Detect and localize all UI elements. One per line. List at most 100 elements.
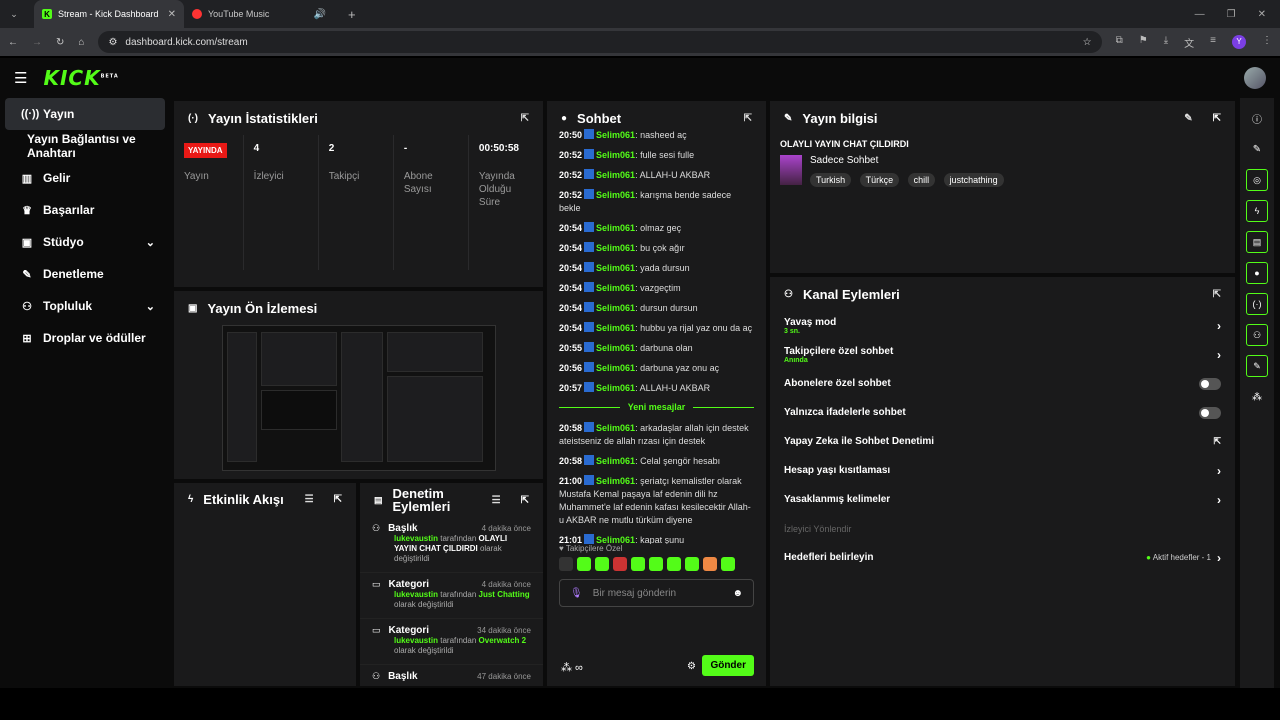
forward-icon[interactable]: → xyxy=(32,37,42,48)
reload-icon[interactable]: ↻ xyxy=(56,37,64,48)
followers-only-row[interactable]: Takipçilere özel sohbet Anında › xyxy=(770,340,1235,369)
tag[interactable]: justchathing xyxy=(943,173,1004,187)
bookmark-star-icon[interactable]: ☆ xyxy=(1083,37,1092,48)
chat-username[interactable]: Selim061 xyxy=(596,535,635,544)
emote-icon[interactable] xyxy=(685,557,699,571)
popout-icon[interactable]: ⇱ xyxy=(334,494,342,505)
chat-input[interactable]: 🎙 Bir mesaj gönderin ☻ xyxy=(559,579,754,607)
preview-toggle-icon[interactable]: ◎ xyxy=(1246,169,1268,191)
emote-icon[interactable] xyxy=(667,557,681,571)
chat-username[interactable]: Selim061 xyxy=(596,243,635,253)
edit-pencil-icon[interactable]: ✎ xyxy=(1246,138,1268,160)
minimize-icon[interactable]: — xyxy=(1195,9,1205,20)
chat-username[interactable]: Selim061 xyxy=(596,130,635,140)
home-icon[interactable]: ⌂ xyxy=(78,37,84,48)
kick-logo[interactable]: KICKBETA xyxy=(43,66,118,90)
tag[interactable]: Türkçe xyxy=(859,173,900,187)
emote-icon[interactable] xyxy=(559,557,573,571)
slow-mode-row[interactable]: Yavaş mod 3 sn. › xyxy=(770,311,1235,340)
subscribers-only-toggle[interactable] xyxy=(1199,377,1221,390)
extension-icon[interactable]: ⚑ xyxy=(1139,35,1148,50)
chat-username[interactable]: Selim061 xyxy=(596,383,635,393)
info-icon[interactable]: ⓘ xyxy=(1246,107,1268,129)
modlog-toggle-icon[interactable]: ▤ xyxy=(1246,231,1268,253)
mod-log-item: ⚇ Başlık 4 dakika önce lukevaustin tarafın… xyxy=(360,517,543,573)
chat-username[interactable]: Selim061 xyxy=(596,263,635,273)
activity-toggle-icon[interactable]: ϟ xyxy=(1246,200,1268,222)
chat-username[interactable]: Selim061 xyxy=(596,423,635,433)
sidebar-item-studio[interactable]: ▣ Stüdyo ⌄ xyxy=(5,226,165,258)
set-goals-row[interactable]: Hedefleri belirleyin ● Aktif hedefler - 1… xyxy=(770,543,1235,572)
filter-icon[interactable]: ☰ xyxy=(492,495,501,506)
chat-username[interactable]: Selim061 xyxy=(596,170,635,180)
ai-moderation-row[interactable]: Yapay Zeka ile Sohbet Denetimi ⇱ xyxy=(770,427,1235,456)
chat-username[interactable]: Selim061 xyxy=(596,476,635,486)
chat-username[interactable]: Selim061 xyxy=(596,323,635,333)
audio-icon[interactable]: 🔊 xyxy=(314,9,326,20)
hamburger-icon[interactable]: ☰ xyxy=(14,69,27,87)
popout-icon[interactable]: ⇱ xyxy=(744,113,752,124)
chat-username[interactable]: Selim061 xyxy=(596,150,635,160)
sidebar-item-moderation[interactable]: ✎ Denetleme xyxy=(5,258,165,290)
browser-tab-youtube-music[interactable]: YouTube Music 🔊 xyxy=(184,0,334,28)
chat-username[interactable]: Selim061 xyxy=(596,283,635,293)
chat-username[interactable]: Selim061 xyxy=(596,190,635,200)
send-button[interactable]: Gönder xyxy=(702,655,754,676)
sidebar-item-drops[interactable]: ⊞ Droplar ve ödüller xyxy=(5,322,165,354)
edit-pencil-icon[interactable]: ✎ xyxy=(1184,113,1192,124)
emote-icon[interactable] xyxy=(613,557,627,571)
sidebar-item-stream-key[interactable]: Yayın Bağlantısı ve Anahtarı xyxy=(5,130,165,162)
site-info-icon[interactable]: ⚙ xyxy=(108,37,117,48)
download-icon[interactable]: ⤓ xyxy=(1164,35,1168,50)
emote-icon[interactable] xyxy=(649,557,663,571)
new-tab-icon[interactable]: + xyxy=(334,7,356,22)
chat-username[interactable]: Selim061 xyxy=(596,363,635,373)
emote-icon[interactable] xyxy=(721,557,735,571)
profile-icon[interactable]: Y xyxy=(1232,34,1246,49)
emote-icon[interactable] xyxy=(631,557,645,571)
browser-tab-kick[interactable]: K Stream - Kick Dashboard ✕ xyxy=(34,0,184,28)
microphone-icon[interactable]: 🎙 xyxy=(570,588,583,599)
settings-gear-icon[interactable]: ⚙ xyxy=(687,661,696,672)
translate-icon[interactable]: 文 xyxy=(1184,35,1194,50)
banned-words-row[interactable]: Yasaklanmış kelimeler › xyxy=(770,485,1235,514)
close-tab-icon[interactable]: ✕ xyxy=(168,9,176,20)
popout-icon[interactable]: ⇱ xyxy=(1213,289,1221,300)
media-icon[interactable]: ≡ xyxy=(1210,35,1216,50)
sidebar-item-community[interactable]: ⚇ Topluluk ⌄ xyxy=(5,290,165,322)
emotes-only-toggle[interactable] xyxy=(1199,406,1221,419)
popout-icon[interactable]: ⇱ xyxy=(521,495,529,506)
stream-info-toggle-icon[interactable]: ✎ xyxy=(1246,355,1268,377)
extensions-icon[interactable]: ⧉ xyxy=(1116,35,1123,50)
chat-username[interactable]: Selim061 xyxy=(596,343,635,353)
close-window-icon[interactable]: ✕ xyxy=(1258,9,1266,20)
tag[interactable]: chill xyxy=(907,173,936,187)
emote-icon[interactable] xyxy=(577,557,591,571)
tab-search-icon[interactable]: ⌄ xyxy=(0,9,28,20)
emoji-icon[interactable]: ☻ xyxy=(732,588,743,599)
restore-icon[interactable]: ❐ xyxy=(1227,9,1236,20)
popout-icon[interactable]: ⇱ xyxy=(521,113,529,124)
chat-toggle-icon[interactable]: ● xyxy=(1246,262,1268,284)
chat-username[interactable]: Selim061 xyxy=(596,303,635,313)
more-widgets-icon[interactable]: ⁂ xyxy=(1246,386,1268,408)
url-field[interactable]: ⚙ dashboard.kick.com/stream ☆ xyxy=(98,31,1102,53)
sidebar-item-achievements[interactable]: ♛ Başarılar xyxy=(5,194,165,226)
sidebar-item-revenue[interactable]: ▥ Gelir xyxy=(5,162,165,194)
emote-icon[interactable] xyxy=(595,557,609,571)
back-icon[interactable]: ← xyxy=(8,37,18,48)
account-age-row[interactable]: Hesap yaşı kısıtlaması › xyxy=(770,456,1235,485)
menu-icon[interactable]: ⋮ xyxy=(1262,35,1272,50)
stats-toggle-icon[interactable]: (·) xyxy=(1246,293,1268,315)
emote-icon[interactable] xyxy=(703,557,717,571)
chat-username[interactable]: Selim061 xyxy=(596,223,635,233)
channel-actions-toggle-icon[interactable]: ⚇ xyxy=(1246,324,1268,346)
tag[interactable]: Turkish xyxy=(810,173,852,187)
popout-icon[interactable]: ⇱ xyxy=(1213,113,1221,124)
chat-tools-icon[interactable]: ⁂ ∞ xyxy=(561,661,583,674)
stream-preview[interactable] xyxy=(222,325,496,471)
user-avatar[interactable] xyxy=(1244,67,1266,89)
filter-icon[interactable]: ☰ xyxy=(305,494,314,505)
sidebar-item-stream[interactable]: ((·)) Yayın xyxy=(5,98,165,130)
chat-username[interactable]: Selim061 xyxy=(596,456,635,466)
